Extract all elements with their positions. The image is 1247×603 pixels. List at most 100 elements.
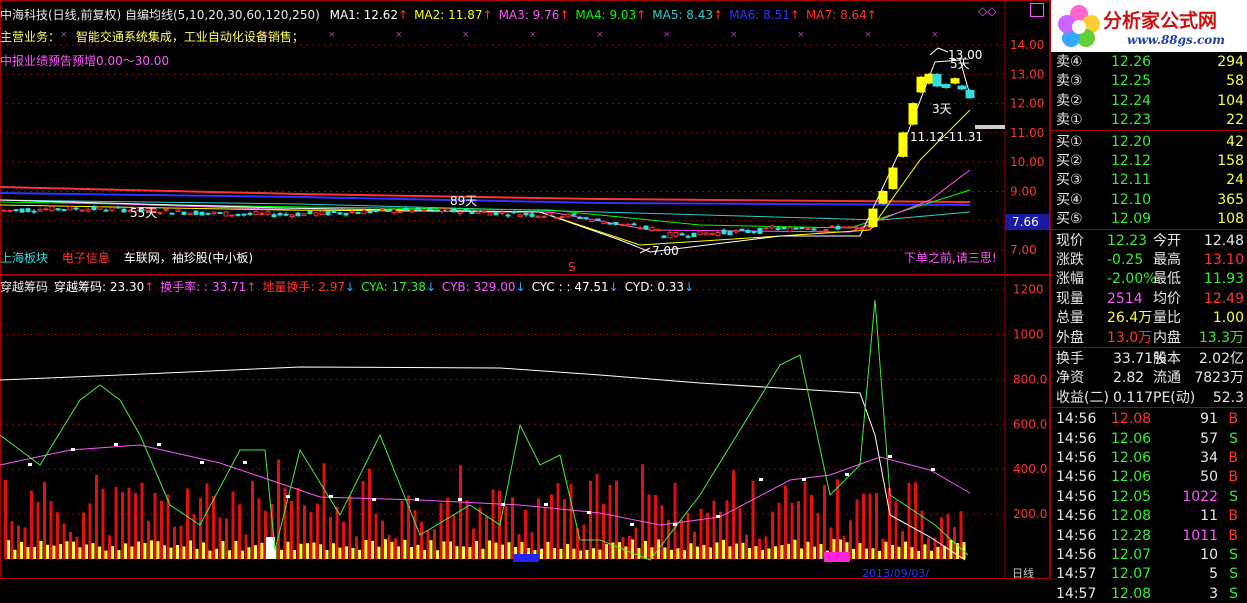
turnover-bar xyxy=(455,546,459,559)
event-marker[interactable]: × xyxy=(529,30,537,40)
event-marker[interactable]: × xyxy=(395,30,403,40)
price-marker-bar xyxy=(975,125,1005,129)
candle-body xyxy=(523,212,529,216)
volume-bar xyxy=(173,526,176,559)
cyb-marker xyxy=(157,443,161,446)
volume-bar xyxy=(127,487,131,559)
candle-body xyxy=(253,211,259,216)
turnover-bar xyxy=(930,550,933,559)
volume-bar xyxy=(134,493,137,559)
candle-body xyxy=(859,227,865,230)
volume-bar xyxy=(251,480,254,559)
ask-volume: 294 xyxy=(1217,54,1244,70)
ma-label-3: MA3: 9.76↑ xyxy=(499,8,570,22)
turnover-bar xyxy=(429,540,433,559)
turnover-bar xyxy=(104,550,108,559)
turnover-bar xyxy=(884,541,888,559)
indicator-title: 穿越筹码 xyxy=(0,280,49,294)
tick-time: 14:57 xyxy=(1056,585,1097,602)
volume-bar xyxy=(959,511,963,559)
turnover-bar xyxy=(449,541,452,559)
candle-body xyxy=(343,212,349,216)
candle-body xyxy=(595,218,601,221)
candle-body xyxy=(265,211,271,215)
turnover-bar xyxy=(91,543,95,559)
tick-side: S xyxy=(1229,566,1238,583)
event-marker[interactable]: × xyxy=(931,30,939,40)
turnover-bar xyxy=(306,543,309,559)
stat-value: -0.25 xyxy=(1107,252,1144,268)
volume-bar xyxy=(400,500,404,559)
fund-value: 0.117 xyxy=(1113,389,1154,406)
period-label[interactable]: 日线 xyxy=(1012,566,1034,579)
ask-row-2: 卖② 12.24 104 xyxy=(1051,92,1247,110)
turnover-bar xyxy=(254,545,257,559)
indicator-value: CYD: 0.33 xyxy=(624,280,685,294)
volume-bar xyxy=(426,529,430,559)
candle-body xyxy=(781,227,787,230)
sector-label[interactable]: 上海板块 xyxy=(0,251,48,265)
candle-body xyxy=(307,210,313,215)
event-marker[interactable]: × xyxy=(864,30,872,40)
event-marker[interactable]: × xyxy=(596,30,604,40)
y-tick-label: 9.00 xyxy=(1010,185,1037,199)
candle-body xyxy=(637,227,643,230)
volume-bar xyxy=(361,480,365,559)
candle-body xyxy=(691,232,697,238)
volume-bar xyxy=(797,501,800,559)
indicator-item-7: CYD: 0.33↓ xyxy=(625,280,694,294)
candle-body xyxy=(793,227,799,230)
turnover-bar xyxy=(481,548,485,559)
turnover-bar xyxy=(377,546,381,559)
concept-label[interactable]: 车联网，袖珍股(中小板) xyxy=(124,251,253,265)
y-tick-label: 7.00 xyxy=(1010,243,1037,257)
turnover-bar xyxy=(78,547,82,559)
event-marker[interactable]: × xyxy=(730,30,738,40)
event-marker[interactable]: × xyxy=(462,30,470,40)
candle-body xyxy=(355,211,361,214)
event-marker[interactable]: × xyxy=(663,30,671,40)
turnover-bar xyxy=(345,546,348,559)
indicator-legend: 穿越筹码 穿越筹码: 23.30↑ 换手率: : 33.71↑ 地量换手: 2.97↓… xyxy=(0,278,700,295)
turnover-bar xyxy=(150,540,153,559)
tick-volume: 91 xyxy=(1200,411,1218,428)
ask-label: 卖② xyxy=(1056,92,1083,109)
fund-label: PE(动) xyxy=(1153,389,1196,406)
indicator-arrow: ↓ xyxy=(515,280,526,294)
turnover-bar xyxy=(390,541,394,559)
ask-row-1: 卖① 12.23 22 xyxy=(1051,111,1247,129)
turnover-bar xyxy=(689,543,693,559)
volume-bar xyxy=(121,492,124,559)
logo-url[interactable]: www.88gs.com xyxy=(1127,33,1225,47)
volume-bar xyxy=(160,500,163,559)
candle-body xyxy=(613,221,619,225)
fund-row-1: 换手 33.71% 股本 2.02亿 xyxy=(1051,350,1247,368)
volume-bar xyxy=(543,507,547,559)
industry-label[interactable]: 电子信息 xyxy=(62,251,110,265)
s-marker: S xyxy=(568,260,576,274)
volume-bar xyxy=(764,536,768,559)
candle-body xyxy=(199,211,205,216)
candle-body xyxy=(493,211,499,216)
volume-bar xyxy=(69,531,72,559)
close-icon[interactable] xyxy=(1030,3,1044,17)
stat-row-3: 涨幅 -2.00% 最低 11.93 xyxy=(1051,270,1247,288)
volume-bar xyxy=(823,485,826,559)
candle-body xyxy=(115,206,121,209)
turnover-bar xyxy=(780,545,784,559)
turnover-bar xyxy=(475,540,478,559)
candle-body xyxy=(433,209,439,212)
tick-price: 12.06 xyxy=(1111,450,1152,466)
candle-body xyxy=(655,228,661,232)
turnover-bar xyxy=(215,548,218,559)
volume-bar xyxy=(667,520,670,559)
candle-body xyxy=(965,89,975,99)
current-price-label: 7.66 xyxy=(1012,215,1039,229)
indicator-chart[interactable]: 1200 1000 800.0 600.0 400.0 200.0 2013/09/03/日… xyxy=(0,275,1050,579)
diamond-icon[interactable]: ◇◇ xyxy=(978,4,996,18)
event-marker[interactable]: × xyxy=(797,30,805,40)
turnover-bar xyxy=(39,540,43,559)
turnover-bar xyxy=(364,540,368,559)
stat-value: 1.00 xyxy=(1212,310,1244,327)
event-marker[interactable]: × xyxy=(328,30,336,40)
